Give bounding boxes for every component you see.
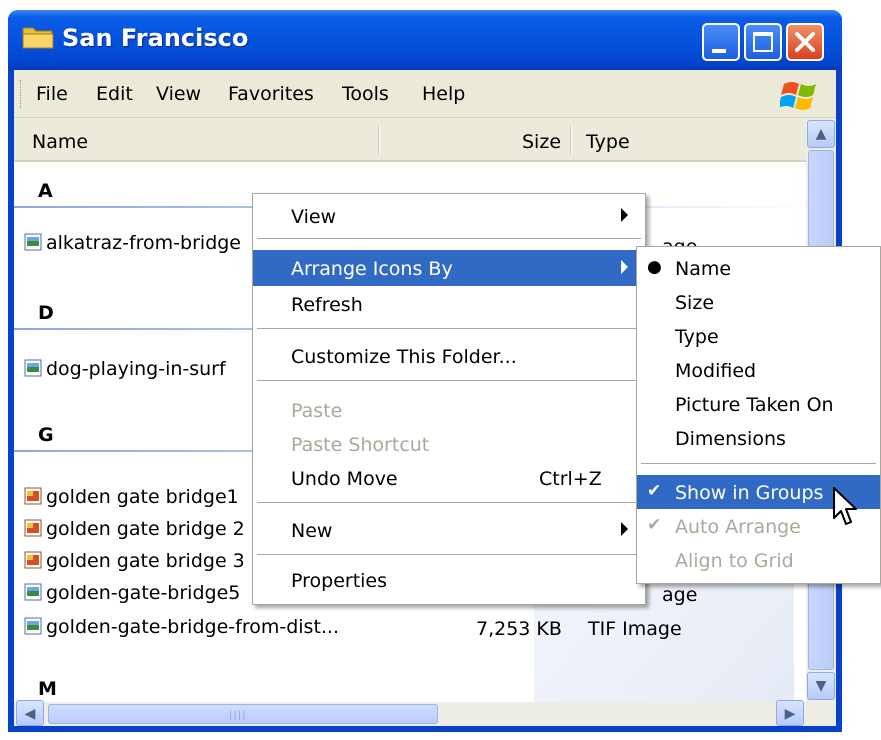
arrange-icons-submenu: ● Name Size Type Modified Picture Taken … <box>636 246 881 584</box>
minimize-icon <box>712 49 726 53</box>
menu-item-undo-move[interactable]: Undo Move Ctrl+Z <box>253 460 645 496</box>
scroll-down-button[interactable]: ▼ <box>807 672 835 700</box>
menu-separator <box>257 380 641 381</box>
image-file-icon <box>24 617 42 635</box>
menu-edit[interactable]: Edit <box>96 83 133 105</box>
bmp-file-icon <box>24 519 42 537</box>
column-headers: Name Size Type <box>14 118 806 162</box>
chevron-up-icon: ▲ <box>815 126 827 142</box>
sort-by-modified[interactable]: Modified <box>637 353 880 387</box>
minimize-button[interactable] <box>702 23 740 61</box>
menu-item-customize-folder[interactable]: Customize This Folder... <box>253 338 645 374</box>
horizontal-scroll-thumb[interactable]: |||| <box>48 704 438 724</box>
group-header-a: A <box>38 180 53 202</box>
sort-by-picture-taken[interactable]: Picture Taken On <box>637 387 880 421</box>
menu-separator <box>257 238 641 239</box>
menu-item-new[interactable]: New <box>253 512 645 548</box>
toggle-align-to-grid[interactable]: Align to Grid <box>637 543 880 577</box>
close-icon <box>795 32 815 52</box>
menu-tools[interactable]: Tools <box>342 83 389 105</box>
file-dog-playing[interactable]: dog-playing-in-surf <box>24 358 226 384</box>
sort-by-size[interactable]: Size <box>637 285 880 319</box>
mouse-pointer-icon <box>833 487 857 525</box>
maximize-icon <box>753 32 773 52</box>
sort-by-name[interactable]: ● Name <box>637 251 880 285</box>
scroll-up-button[interactable]: ▲ <box>807 120 835 148</box>
menu-separator <box>641 463 876 464</box>
folder-icon <box>22 27 54 49</box>
group-header-d: D <box>38 302 54 324</box>
submenu-arrow-icon <box>621 260 628 274</box>
sort-by-type[interactable]: Type <box>637 319 880 353</box>
file-alkatraz[interactable]: alkatraz-from-bridge <box>24 232 241 258</box>
menu-help[interactable]: Help <box>422 83 465 105</box>
image-file-icon <box>24 583 42 601</box>
context-menu: View Arrange Icons By Refresh Customize … <box>252 193 646 605</box>
shortcut-label: Ctrl+Z <box>539 468 602 490</box>
menu-file[interactable]: File <box>36 83 68 105</box>
menu-separator <box>257 328 641 329</box>
column-divider[interactable] <box>570 126 572 154</box>
window-title: San Francisco <box>62 24 249 52</box>
toolbar-grip[interactable] <box>20 80 23 108</box>
menu-item-properties[interactable]: Properties <box>253 562 645 598</box>
group-header-g: G <box>38 424 54 446</box>
submenu-arrow-icon <box>621 208 628 222</box>
menu-bar: File Edit View Favorites Tools Help <box>14 70 836 118</box>
menu-item-paste-shortcut[interactable]: Paste Shortcut <box>253 426 645 462</box>
menu-item-view[interactable]: View <box>253 198 645 234</box>
resize-grip-icon[interactable] <box>806 702 836 726</box>
file-golden-gate-5[interactable]: golden-gate-bridge5 <box>24 582 240 608</box>
chevron-left-icon: ◀ <box>24 706 36 722</box>
menu-separator <box>257 554 641 555</box>
file-type-cell: age <box>662 584 698 606</box>
menu-item-refresh[interactable]: Refresh <box>253 286 645 322</box>
bmp-file-icon <box>24 487 42 505</box>
horizontal-scrollbar[interactable]: ◀ |||| ▶ <box>14 700 806 726</box>
sort-by-dimensions[interactable]: Dimensions <box>637 421 880 455</box>
file-size-cell: 7,253 KB <box>476 618 562 640</box>
column-size[interactable]: Size <box>522 131 561 153</box>
file-type-cell: TIF Image <box>588 618 682 640</box>
chevron-down-icon: ▼ <box>815 678 827 694</box>
image-file-icon <box>24 359 42 377</box>
bmp-file-icon <box>24 551 42 569</box>
title-bar[interactable]: San Francisco <box>8 10 842 70</box>
maximize-button[interactable] <box>744 23 782 61</box>
file-golden-gate-2[interactable]: golden gate bridge 2 <box>24 518 245 544</box>
menu-item-paste[interactable]: Paste <box>253 392 645 428</box>
checkmark-icon: ✔ <box>647 515 662 535</box>
grip-icon: |||| <box>229 710 247 721</box>
column-name[interactable]: Name <box>32 131 88 153</box>
column-type[interactable]: Type <box>586 131 630 153</box>
menu-favorites[interactable]: Favorites <box>228 83 314 105</box>
scroll-right-button[interactable]: ▶ <box>776 700 804 726</box>
file-golden-gate-1[interactable]: golden gate bridge1 <box>24 486 239 512</box>
menu-item-arrange-icons-by[interactable]: Arrange Icons By <box>253 250 645 286</box>
file-golden-gate-3[interactable]: golden gate bridge 3 <box>24 550 245 576</box>
image-file-icon <box>24 233 42 251</box>
menu-separator <box>257 502 641 503</box>
column-divider[interactable] <box>378 126 380 154</box>
submenu-arrow-icon <box>621 522 628 536</box>
chevron-right-icon: ▶ <box>784 706 796 722</box>
menu-view[interactable]: View <box>156 83 201 105</box>
group-header-m: M <box>38 678 57 700</box>
radio-bullet-icon: ● <box>647 257 662 277</box>
scroll-left-button[interactable]: ◀ <box>16 700 44 726</box>
windows-logo-icon <box>780 82 816 110</box>
close-button[interactable] <box>786 23 824 61</box>
checkmark-icon: ✔ <box>647 481 662 501</box>
file-golden-gate-from-dist[interactable]: golden-gate-bridge-from-dist... <box>24 616 339 642</box>
